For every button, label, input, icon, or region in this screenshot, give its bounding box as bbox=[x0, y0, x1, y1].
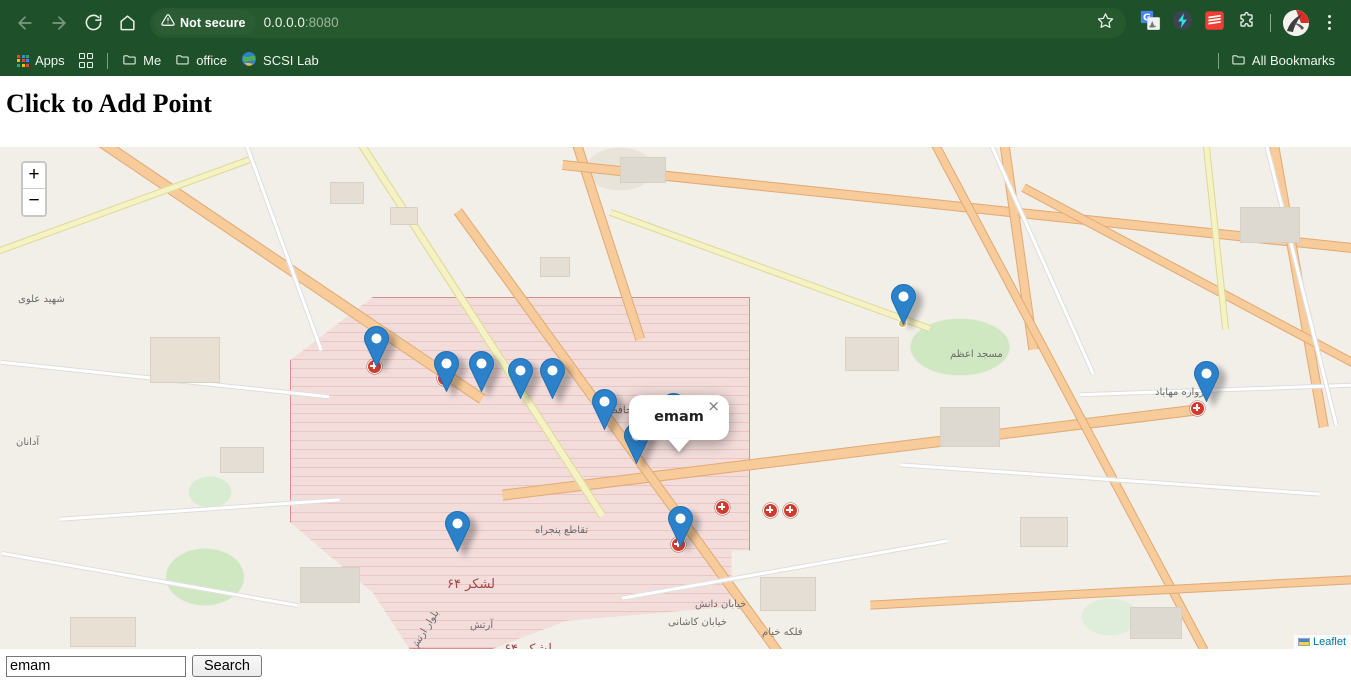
building-block bbox=[1020, 517, 1068, 547]
star-icon bbox=[1097, 12, 1114, 34]
address-bar[interactable]: Not secure 0.0.0.0:8080 bbox=[150, 7, 1126, 38]
chrome-menu-button[interactable] bbox=[1315, 9, 1343, 37]
close-icon[interactable]: × bbox=[704, 397, 723, 416]
extension-google-translate[interactable]: G bbox=[1136, 9, 1164, 37]
building-block bbox=[845, 337, 899, 371]
extension-lightning[interactable] bbox=[1168, 9, 1196, 37]
home-icon bbox=[118, 13, 137, 32]
building-block bbox=[220, 447, 264, 473]
not-secure-chip[interactable]: Not secure bbox=[154, 10, 256, 35]
bookmark-star-button[interactable] bbox=[1090, 8, 1120, 38]
popup-tip bbox=[668, 439, 690, 452]
popup-text: emam bbox=[654, 409, 704, 426]
bookmark-item-scsi-lab[interactable]: SCSI Lab bbox=[234, 48, 326, 73]
lightning-bolt-icon bbox=[1172, 10, 1193, 36]
search-button[interactable]: Search bbox=[192, 655, 262, 677]
back-button[interactable] bbox=[8, 6, 42, 40]
google-translate-icon: G bbox=[1140, 10, 1161, 36]
page-title: Click to Add Point bbox=[6, 89, 212, 118]
search-form: Search bbox=[6, 655, 262, 677]
building-block bbox=[1130, 607, 1182, 639]
warning-triangle-icon bbox=[161, 13, 175, 32]
url-text: 0.0.0.0:8080 bbox=[264, 15, 1090, 30]
map-marker[interactable] bbox=[508, 358, 533, 399]
building-block bbox=[1240, 207, 1300, 243]
arrow-left-icon bbox=[15, 13, 35, 33]
map-marker[interactable] bbox=[445, 511, 470, 552]
extension-red-stack[interactable] bbox=[1200, 9, 1228, 37]
zoom-controls[interactable]: + − bbox=[21, 161, 47, 217]
popup-body: × emam bbox=[629, 395, 729, 440]
folder-icon bbox=[1231, 52, 1246, 70]
not-secure-label: Not secure bbox=[180, 15, 246, 30]
apps-label: Apps bbox=[35, 53, 65, 68]
medical-poi-icon bbox=[714, 499, 730, 515]
road bbox=[1, 550, 299, 609]
building-block bbox=[540, 257, 570, 277]
globe-icon bbox=[241, 51, 257, 70]
home-button[interactable] bbox=[110, 6, 144, 40]
three-dot-menu-icon bbox=[1327, 15, 1331, 30]
map-attribution: Leaflet bbox=[1293, 635, 1351, 649]
building-block bbox=[940, 407, 1000, 447]
url-host: 0.0.0.0 bbox=[263, 15, 305, 30]
map-marker[interactable] bbox=[540, 358, 565, 399]
building-block bbox=[300, 567, 360, 603]
red-stack-icon bbox=[1204, 10, 1225, 36]
bookmark-label: Me bbox=[143, 53, 162, 68]
building-block bbox=[620, 157, 666, 183]
all-bookmarks-button[interactable]: All Bookmarks bbox=[1212, 49, 1341, 73]
road bbox=[870, 573, 1351, 610]
toolbar-divider bbox=[1270, 13, 1271, 32]
building-block bbox=[150, 337, 220, 383]
apps-grid-icon bbox=[17, 54, 29, 67]
puzzle-piece-icon bbox=[1237, 11, 1256, 35]
browser-chrome: Not secure 0.0.0.0:8080 G Apps Me office… bbox=[0, 0, 1351, 76]
zoom-out-button[interactable]: − bbox=[23, 189, 45, 215]
medical-poi-icon bbox=[1189, 400, 1205, 416]
leaflet-map[interactable]: شهید علویلشکر ۶۴لشکر ۶۴لشکر ۶۴خیابان اما… bbox=[0, 147, 1351, 649]
zoom-in-button[interactable]: + bbox=[23, 163, 45, 189]
medical-poi-icon bbox=[782, 502, 798, 518]
arrow-right-icon bbox=[49, 13, 69, 33]
reload-icon bbox=[84, 13, 103, 32]
map-marker[interactable] bbox=[668, 506, 693, 547]
map-marker[interactable] bbox=[364, 326, 389, 367]
folder-icon bbox=[175, 52, 190, 70]
page-content: Click to Add Point شهید علوی لشکر ۶۴ بلو… bbox=[0, 76, 1351, 690]
tab-search-icon bbox=[78, 53, 94, 68]
building-block bbox=[760, 577, 816, 611]
map-marker[interactable] bbox=[592, 389, 617, 430]
bookmarks-bar: Apps Me office SCSI Lab All Bookmarks bbox=[0, 45, 1351, 76]
reload-button[interactable] bbox=[76, 6, 110, 40]
folder-icon bbox=[122, 52, 137, 70]
apps-button[interactable]: Apps bbox=[10, 50, 72, 71]
bookmark-item-me[interactable]: Me bbox=[115, 49, 168, 73]
building-block bbox=[390, 207, 418, 225]
forward-button[interactable] bbox=[42, 6, 76, 40]
browser-toolbar: Not secure 0.0.0.0:8080 G bbox=[0, 0, 1351, 45]
medical-poi-icon bbox=[762, 502, 778, 518]
avatar[interactable] bbox=[1283, 9, 1309, 36]
map-marker[interactable] bbox=[434, 351, 459, 392]
url-port: :8080 bbox=[304, 15, 339, 30]
leaflet-link[interactable]: Leaflet bbox=[1313, 636, 1346, 648]
building-block bbox=[70, 617, 136, 647]
all-bookmarks-divider bbox=[1217, 52, 1219, 69]
all-bookmarks-label: All Bookmarks bbox=[1251, 53, 1335, 68]
map-marker[interactable] bbox=[469, 351, 494, 392]
bookmark-item-office[interactable]: office bbox=[168, 49, 234, 73]
building-block bbox=[330, 182, 364, 204]
bookmark-label: SCSI Lab bbox=[263, 53, 319, 68]
tab-search-button[interactable] bbox=[72, 50, 101, 71]
extensions-button[interactable] bbox=[1232, 9, 1260, 37]
search-input[interactable] bbox=[6, 655, 186, 677]
bookmarks-divider bbox=[107, 52, 109, 69]
map-marker[interactable] bbox=[891, 284, 916, 325]
bookmark-label: office bbox=[196, 53, 228, 68]
map-popup[interactable]: × emam bbox=[629, 395, 729, 452]
leaflet-flag-icon bbox=[1297, 638, 1310, 646]
map-marker[interactable] bbox=[1194, 361, 1219, 402]
